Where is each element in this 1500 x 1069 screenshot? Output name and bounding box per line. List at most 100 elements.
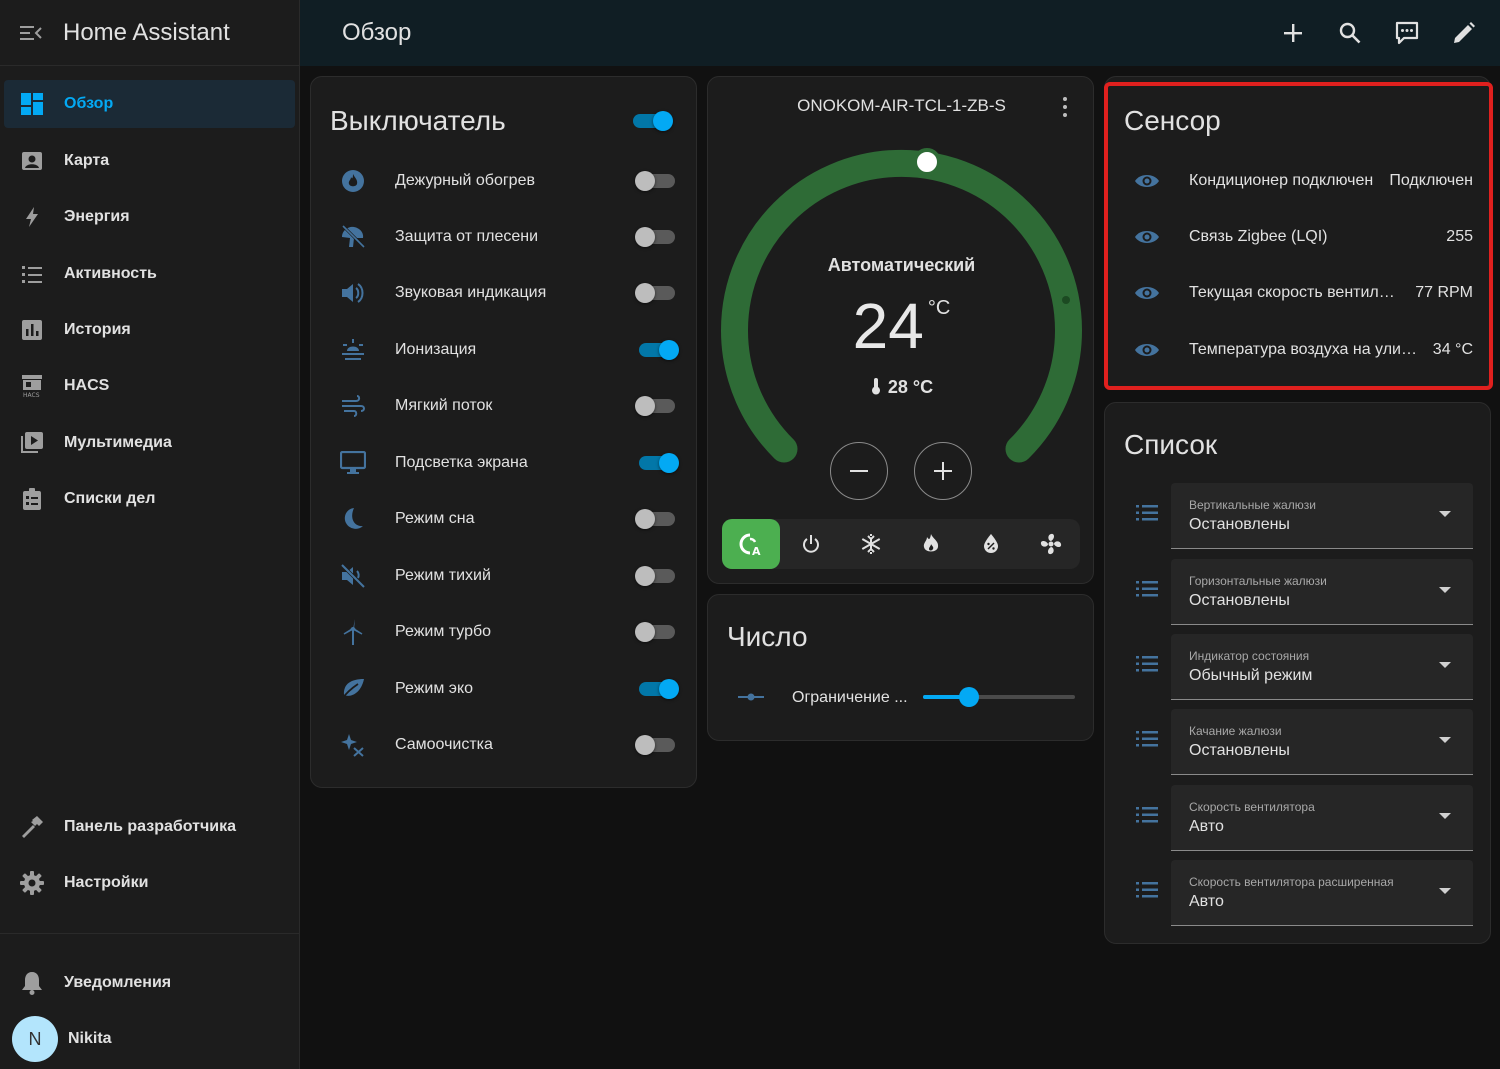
switch-label: Защита от плесени xyxy=(395,228,539,245)
select-row: Качание жалюзи Остановлены xyxy=(1123,709,1473,775)
sensor-row[interactable]: Кондиционер подключен Подключен xyxy=(1123,153,1473,209)
menu-down-icon xyxy=(1439,587,1451,593)
thermostat-auto-icon: A xyxy=(739,533,761,556)
sidebar-item-history[interactable]: История xyxy=(4,306,295,354)
mode-dry-button[interactable] xyxy=(962,519,1020,569)
volume-high-icon xyxy=(329,282,377,304)
sensor-row[interactable]: Связь Zigbee (LQI) 255 xyxy=(1123,209,1473,265)
format-list-bulleted-icon xyxy=(1123,729,1171,749)
switch-row: Ионизация xyxy=(329,322,679,378)
thermostat-name: ONOKOM-AIR-TCL-1-ZB-S xyxy=(797,96,1006,115)
search-icon xyxy=(1339,22,1361,44)
moon-icon xyxy=(329,507,377,531)
hacs-icon: HACS xyxy=(20,374,44,398)
card-title: Сенсор xyxy=(1124,105,1221,136)
mode-auto-button[interactable]: A xyxy=(722,519,780,569)
toggle[interactable] xyxy=(635,171,679,191)
wind-turbine-icon xyxy=(329,619,377,645)
decrease-temperature-button[interactable] xyxy=(830,442,888,500)
mode-cool-button[interactable] xyxy=(842,519,900,569)
sidebar-item-logbook[interactable]: Активность xyxy=(4,250,295,298)
monitor-icon xyxy=(329,451,377,475)
toggle[interactable] xyxy=(635,509,679,529)
switch-row: Дежурный обогрев xyxy=(329,153,679,209)
sensor-label: Текущая скорость вентилятора xyxy=(1189,284,1397,301)
toggle[interactable] xyxy=(635,735,679,755)
select-label: Горизонтальные жалюзи xyxy=(1189,574,1327,588)
select-dropdown[interactable]: Вертикальные жалюзи Остановлены xyxy=(1171,483,1473,549)
switch-row: Звуковая индикация xyxy=(329,265,679,321)
select-dropdown[interactable]: Скорость вентилятора расширенная Авто xyxy=(1171,860,1473,926)
toggle[interactable] xyxy=(635,622,679,642)
switch-row: Режим тихий xyxy=(329,548,679,604)
select-dropdown[interactable]: Скорость вентилятора Авто xyxy=(1171,785,1473,851)
toggle[interactable] xyxy=(635,340,679,360)
select-row: Вертикальные жалюзи Остановлены xyxy=(1123,483,1473,549)
sidebar-item-media[interactable]: Мультимедиа xyxy=(4,419,295,467)
sensor-value: 34 °C xyxy=(1432,341,1473,358)
switch-label: Режим турбо xyxy=(395,623,492,640)
select-label: Качание жалюзи xyxy=(1189,724,1282,738)
edit-dashboard-button[interactable] xyxy=(1450,17,1478,49)
toggle[interactable] xyxy=(635,283,679,303)
select-label: Скорость вентилятора расширенная xyxy=(1189,875,1394,889)
select-dropdown[interactable]: Горизонтальные жалюзи Остановлены xyxy=(1171,559,1473,625)
sidebar-item-developer-tools[interactable]: Панель разработчика xyxy=(4,803,295,851)
mode-off-button[interactable] xyxy=(782,519,840,569)
add-button[interactable] xyxy=(1279,17,1307,49)
sidebar-item-label: История xyxy=(64,321,131,338)
page-title: Обзор xyxy=(342,19,412,46)
plus-icon xyxy=(934,462,952,480)
sidebar-item-todo[interactable]: Списки дел xyxy=(4,475,295,523)
switch-row: Режим турбо xyxy=(329,604,679,660)
toggle[interactable] xyxy=(635,453,679,473)
thermometer-icon xyxy=(871,378,880,395)
sensor-row[interactable]: Температура воздуха на улице 34 °C xyxy=(1123,322,1473,378)
toggle[interactable] xyxy=(635,566,679,586)
fan-icon xyxy=(1040,533,1062,555)
mode-fan-only-button[interactable] xyxy=(1022,519,1080,569)
pencil-icon xyxy=(1454,22,1475,43)
switch-row: Самоочистка xyxy=(329,717,679,773)
slider-handle[interactable] xyxy=(958,687,979,707)
number-slider[interactable] xyxy=(923,687,1075,707)
sensor-value: 77 RPM xyxy=(1415,284,1473,301)
card-title: Выключатель xyxy=(330,105,506,136)
sidebar-item-map[interactable]: Карта xyxy=(4,137,295,185)
select-dropdown[interactable]: Индикатор состояния Обычный режим xyxy=(1171,634,1473,700)
sidebar-item-hacs[interactable]: HACS HACS xyxy=(4,362,295,410)
sidebar-item-energy[interactable]: Энергия xyxy=(4,193,295,241)
select-dropdown[interactable]: Качание жалюзи Остановлены xyxy=(1171,709,1473,775)
more-info-button[interactable] xyxy=(1055,95,1075,119)
select-row: Горизонтальные жалюзи Остановлены xyxy=(1123,559,1473,625)
sidebar-item-profile[interactable]: N Nikita xyxy=(4,1015,295,1063)
menu-open-icon[interactable] xyxy=(18,20,44,46)
increase-temperature-button[interactable] xyxy=(914,442,972,500)
current-temperature: 28 °C xyxy=(708,377,1095,398)
toggle[interactable] xyxy=(635,227,679,247)
mode-heat-button[interactable] xyxy=(902,519,960,569)
switch-label: Ионизация xyxy=(395,341,477,358)
sidebar-item-overview[interactable]: Обзор xyxy=(4,80,295,128)
menu-down-icon xyxy=(1439,662,1451,668)
master-toggle[interactable] xyxy=(629,111,673,131)
sensor-row[interactable]: Текущая скорость вентилятора 77 RPM xyxy=(1123,265,1473,321)
bell-icon xyxy=(20,971,44,995)
toggle[interactable] xyxy=(635,679,679,699)
switch-label: Режим эко xyxy=(395,680,474,697)
target-unit: °C xyxy=(927,297,951,319)
toggle[interactable] xyxy=(635,396,679,416)
switch-row: Защита от плесени xyxy=(329,209,679,265)
hvac-mode-bar: A xyxy=(722,519,1080,569)
sidebar-item-notifications[interactable]: Уведомления xyxy=(4,959,295,1007)
assist-button[interactable] xyxy=(1393,17,1421,49)
switch-label: Мягкий поток xyxy=(395,397,493,414)
sidebar-item-settings[interactable]: Настройки xyxy=(4,859,295,907)
target-temperature: 24 °C xyxy=(708,289,1095,363)
select-value: Остановлены xyxy=(1189,742,1290,759)
mold-protection-icon xyxy=(329,225,377,249)
avatar: N xyxy=(12,1016,58,1062)
search-button[interactable] xyxy=(1336,17,1364,49)
sidebar-header: Home Assistant xyxy=(0,0,299,66)
toolbar-actions xyxy=(1279,17,1478,49)
